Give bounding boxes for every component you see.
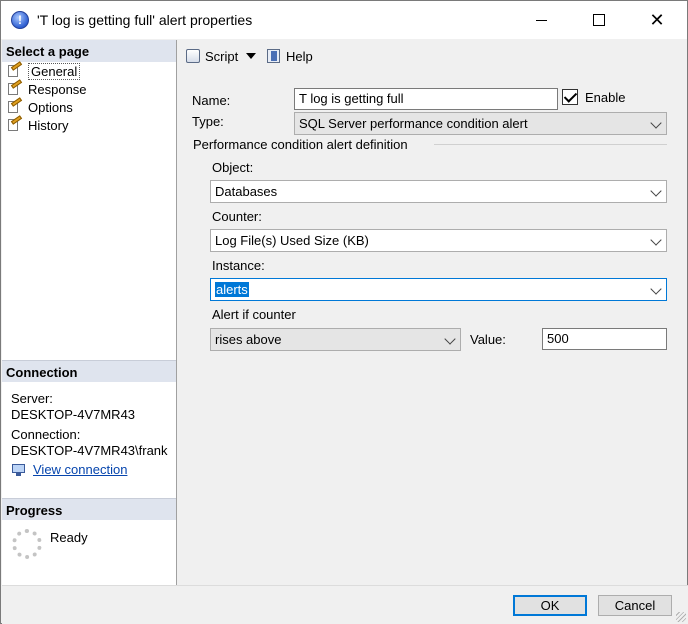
page-item-label: Options — [28, 99, 73, 115]
dialog-button-bar: OK Cancel — [2, 585, 688, 624]
help-button[interactable]: Help — [266, 48, 313, 64]
ok-button[interactable]: OK — [513, 595, 587, 616]
chevron-down-icon — [650, 117, 662, 129]
window-title: 'T log is getting full' alert properties — [37, 12, 253, 28]
script-label: Script — [205, 48, 239, 64]
title-bar[interactable]: ! 'T log is getting full' alert properti… — [1, 1, 687, 39]
enable-label[interactable]: Enable — [585, 90, 625, 105]
chevron-down-icon — [650, 185, 662, 197]
page-pen-icon — [6, 97, 23, 114]
alert-icon: ! — [11, 11, 29, 29]
cancel-button[interactable]: Cancel — [598, 595, 672, 616]
maximize-button[interactable] — [570, 1, 628, 39]
page-pen-icon — [6, 115, 23, 132]
type-select[interactable]: SQL Server performance condition alert — [294, 112, 667, 135]
object-label: Object: — [212, 160, 254, 175]
page-item-label: Response — [28, 81, 87, 97]
alert-if-value: rises above — [215, 332, 282, 347]
select-page-header: Select a page — [2, 40, 176, 62]
enable-checkbox[interactable] — [562, 89, 578, 105]
progress-header: Progress — [2, 498, 176, 520]
type-value: SQL Server performance condition alert — [299, 116, 528, 131]
counter-select[interactable]: Log File(s) Used Size (KB) — [210, 229, 667, 252]
server-value: DESKTOP-4V7MR43 — [11, 407, 136, 422]
object-select[interactable]: Databases — [210, 180, 667, 203]
page-item-response[interactable]: Response — [6, 79, 87, 98]
view-connection-link[interactable]: View connection — [11, 462, 127, 477]
toolbar: Script Help — [179, 40, 687, 72]
maximize-icon — [593, 14, 605, 26]
script-icon — [185, 48, 201, 64]
object-value: Databases — [215, 184, 278, 199]
type-label: Type: — [192, 114, 224, 129]
connection-value: DESKTOP-4V7MR43\frank — [11, 443, 168, 458]
instance-value: alerts — [215, 282, 249, 297]
alert-if-label: Alert if counter — [212, 307, 296, 322]
progress-spinner-icon — [12, 529, 42, 559]
server-label: Server: — [11, 391, 53, 406]
counter-label: Counter: — [212, 209, 262, 224]
page-pen-icon — [6, 61, 23, 78]
progress-status: Ready — [50, 530, 88, 545]
help-label: Help — [286, 48, 313, 64]
chevron-down-icon — [650, 283, 662, 295]
chevron-down-icon — [444, 333, 456, 345]
page-item-options[interactable]: Options — [6, 97, 73, 116]
page-item-history[interactable]: History — [6, 115, 69, 134]
close-button[interactable]: ✕ — [628, 1, 686, 39]
close-icon: ✕ — [649, 9, 665, 30]
connection-label: Connection: — [11, 427, 81, 442]
value-field[interactable]: 500 — [542, 328, 667, 350]
name-label: Name: — [192, 93, 231, 108]
alert-properties-window: ! 'T log is getting full' alert properti… — [0, 0, 688, 624]
group-divider — [434, 144, 667, 145]
script-button[interactable]: Script — [185, 48, 257, 64]
page-item-label: History — [28, 117, 69, 133]
chevron-down-icon[interactable] — [246, 53, 257, 59]
group-title: Performance condition alert definition — [193, 137, 408, 152]
monitor-icon — [11, 463, 27, 477]
help-icon — [266, 48, 282, 64]
chevron-down-icon — [650, 234, 662, 246]
counter-value: Log File(s) Used Size (KB) — [215, 233, 369, 248]
page-pen-icon — [6, 79, 23, 96]
alert-if-select[interactable]: rises above — [210, 328, 461, 351]
instance-select[interactable]: alerts — [210, 278, 667, 301]
minimize-button[interactable] — [512, 1, 570, 39]
page-item-general[interactable]: General — [6, 61, 81, 80]
connection-header: Connection — [2, 360, 176, 382]
instance-label: Instance: — [212, 258, 265, 273]
name-field[interactable]: T log is getting full — [294, 88, 558, 110]
resize-grip-icon[interactable] — [676, 612, 686, 622]
minimize-icon — [535, 19, 547, 21]
value-label: Value: — [470, 332, 506, 347]
view-connection-label: View connection — [33, 462, 128, 477]
page-item-label: General — [28, 62, 81, 80]
left-pane: Select a page General Response Options H… — [2, 40, 177, 585]
